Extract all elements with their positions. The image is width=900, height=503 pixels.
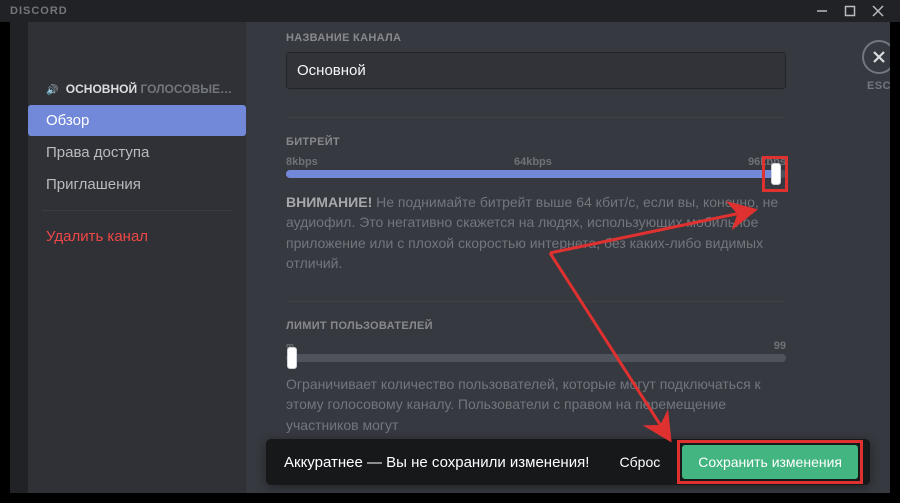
sidebar-separator (42, 210, 232, 211)
userlimit-slider[interactable] (286, 354, 786, 362)
minimize-button[interactable] (808, 0, 836, 22)
esc-label: ESC (862, 80, 890, 92)
channel-name-input[interactable] (286, 52, 786, 89)
unsaved-message: Аккуратнее — Вы не сохранили изменения! (284, 454, 598, 471)
sidebar-item-invites[interactable]: Приглашения (28, 169, 246, 200)
divider (286, 301, 786, 302)
close-wrap: ESC (862, 40, 890, 92)
maximize-button[interactable] (836, 0, 864, 22)
discord-wordmark: DISCORD (8, 5, 68, 17)
sidebar-item-overview[interactable]: Обзор (28, 105, 246, 136)
sidebar-item-delete[interactable]: Удалить канал (28, 221, 246, 252)
sidebar-category: ГОЛОСОВЫЕ КАН… (140, 82, 246, 96)
window-controls (808, 0, 892, 22)
save-changes-button[interactable]: Сохранить изменения (682, 445, 858, 479)
settings-content: ESC НАЗВАНИЕ КАНАЛА БИТРЕЙТ 8kbps 64kbps… (246, 22, 890, 493)
divider (286, 117, 786, 118)
bitrate-thumb[interactable] (771, 163, 781, 185)
bitrate-ticks: 8kbps 64kbps 96kbps (286, 156, 786, 168)
bitrate-mid: 64kbps (514, 156, 552, 168)
unsaved-changes-bar: Аккуратнее — Вы не сохранили изменения! … (266, 439, 870, 485)
sidebar-channel-name: ОСНОВНОЙ (66, 82, 137, 96)
guild-column (10, 22, 28, 493)
bitrate-warning-bold: ВНИМАНИЕ! (286, 194, 372, 210)
settings-sidebar: 🔊 ОСНОВНОЙ ГОЛОСОВЫЕ КАН… Обзор Права до… (28, 22, 246, 493)
bitrate-label: БИТРЕЙТ (286, 136, 850, 148)
userlimit-thumb[interactable] (287, 347, 297, 369)
reset-button[interactable]: Сброс (612, 448, 669, 476)
bitrate-slider[interactable] (286, 170, 786, 178)
userlimit-ticks: ∞ 99 (286, 340, 786, 352)
userlimit-max: 99 (774, 340, 786, 352)
titlebar: DISCORD (0, 0, 900, 22)
bitrate-min: 8kbps (286, 156, 318, 168)
app-frame: 🔊 ОСНОВНОЙ ГОЛОСОВЫЕ КАН… Обзор Права до… (10, 22, 890, 493)
volume-icon: 🔊 (46, 85, 58, 96)
userlimit-label: ЛИМИТ ПОЛЬЗОВАТЕЛЕЙ (286, 320, 850, 332)
close-window-button[interactable] (864, 0, 892, 22)
bitrate-warning: ВНИМАНИЕ! Не поднимайте битрейт выше 64 … (286, 192, 786, 273)
sidebar-item-permissions[interactable]: Права доступа (28, 137, 246, 168)
close-settings-button[interactable] (862, 40, 890, 74)
sidebar-header: 🔊 ОСНОВНОЙ ГОЛОСОВЫЕ КАН… (28, 82, 246, 104)
bitrate-fill (286, 170, 776, 178)
userlimit-desc: Ограничивает количество пользователей, к… (286, 374, 786, 435)
channel-name-label: НАЗВАНИЕ КАНАЛА (286, 32, 850, 44)
